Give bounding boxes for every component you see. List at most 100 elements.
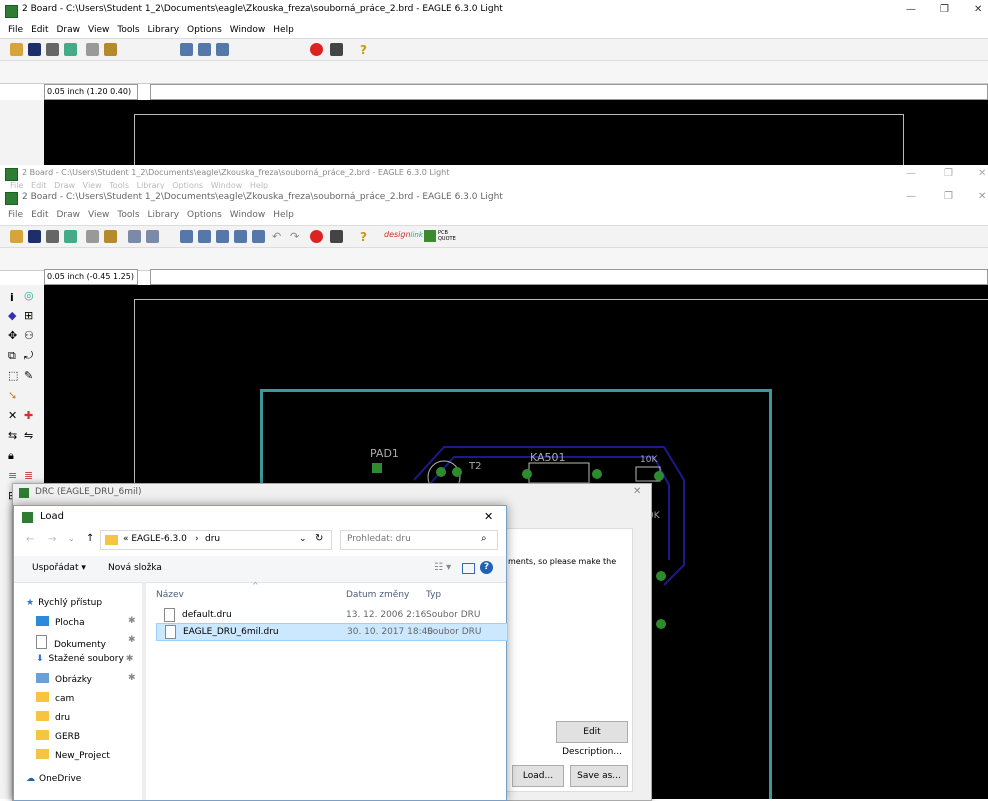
back-command-input[interactable] — [150, 84, 988, 100]
minimize-icon[interactable]: — — [906, 4, 916, 15]
pad[interactable] — [592, 469, 602, 479]
organize-button[interactable]: Uspořádat ▾ — [32, 563, 86, 573]
view-options-icon[interactable]: ☷ ▾ — [434, 562, 451, 573]
menu-tools[interactable]: Tools — [117, 22, 139, 38]
script-icon[interactable] — [86, 43, 99, 56]
pad[interactable] — [522, 469, 532, 479]
nav-item-cam[interactable]: cam — [36, 692, 74, 704]
open-icon[interactable] — [10, 230, 23, 243]
nav-item-new-project[interactable]: New_Project — [36, 749, 110, 761]
stop-icon[interactable] — [310, 43, 323, 56]
pad[interactable] — [372, 463, 382, 473]
nav-item-gerb[interactable]: GERB — [36, 730, 80, 742]
quick-access-item[interactable]: ★ Rychlý přístup — [26, 598, 102, 608]
maximize-icon[interactable]: ❐ — [944, 168, 953, 179]
nav-item-pictures[interactable]: Obrázky ✱ — [36, 673, 136, 685]
go-icon[interactable] — [330, 230, 343, 243]
pcb-quote-button[interactable]: PCB QUOTE — [424, 230, 456, 243]
search-input[interactable]: Prohledat: dru — [347, 534, 411, 544]
ulp-icon[interactable] — [104, 230, 117, 243]
close-icon[interactable]: ✕ — [484, 510, 493, 523]
lock-icon[interactable]: 🔒︎ — [8, 449, 14, 463]
zoom-area-icon[interactable] — [252, 230, 265, 243]
save-icon[interactable] — [28, 230, 41, 243]
group-icon[interactable]: ⬚ — [8, 369, 18, 382]
redo-icon[interactable]: ↷ — [290, 230, 303, 243]
back-board-canvas[interactable] — [44, 100, 988, 165]
zoom-fit-icon[interactable] — [180, 43, 193, 56]
script-icon[interactable] — [86, 230, 99, 243]
search-box[interactable]: Prohledat: dru ⌕ — [340, 530, 498, 550]
menu-file[interactable]: File — [8, 22, 23, 38]
main-command-input[interactable] — [150, 269, 988, 285]
cam-icon[interactable] — [64, 230, 77, 243]
optimize-icon[interactable]: ≣ — [24, 469, 33, 482]
window-select-icon[interactable] — [128, 230, 141, 243]
menu-view[interactable]: View — [88, 207, 109, 223]
refresh-icon[interactable]: ↻ — [315, 533, 323, 544]
column-type[interactable]: Typ — [426, 590, 441, 600]
maximize-icon[interactable]: ❐ — [940, 4, 949, 15]
name-icon[interactable]: ⇆ — [8, 429, 17, 442]
minimize-icon[interactable]: — — [906, 191, 916, 202]
design-link-button[interactable]: designlink — [384, 230, 423, 239]
close-icon[interactable]: ✕ — [974, 4, 982, 15]
help-icon[interactable]: ? — [360, 43, 373, 57]
paste-icon[interactable]: ➘ — [8, 389, 17, 402]
menu-options[interactable]: Options — [187, 22, 222, 38]
nav-item-documents[interactable]: Dokumenty ✱ — [36, 635, 136, 650]
nav-item-desktop[interactable]: Plocha ✱ — [36, 616, 136, 628]
new-folder-button[interactable]: Nová složka — [108, 563, 162, 573]
change-icon[interactable]: ✎ — [24, 369, 33, 382]
zoom-out-icon[interactable] — [216, 230, 229, 243]
menu-tools[interactable]: Tools — [117, 207, 139, 223]
address-dropdown-icon[interactable]: ⌄ — [299, 534, 307, 544]
close-icon[interactable]: ✕ — [978, 191, 986, 202]
menu-window[interactable]: Window — [230, 22, 266, 38]
mirror-icon[interactable]: ⧉ — [8, 349, 16, 363]
delete-icon[interactable]: ✕ — [8, 409, 17, 422]
menu-view[interactable]: View — [88, 22, 109, 38]
rotate-icon[interactable]: ⤾ — [24, 349, 33, 363]
value-icon[interactable]: ⇋ — [24, 429, 33, 442]
menu-help[interactable]: Help — [273, 22, 294, 38]
edit-description-button[interactable]: Edit Description... — [556, 721, 628, 757]
layer-icon[interactable] — [146, 230, 159, 243]
close-icon[interactable]: ✕ — [978, 168, 986, 179]
menu-edit[interactable]: Edit — [31, 207, 48, 223]
print-icon[interactable] — [46, 230, 59, 243]
pad[interactable] — [452, 467, 462, 477]
column-name[interactable]: Název — [156, 590, 184, 600]
column-date[interactable]: Datum změny — [346, 590, 409, 600]
display-icon[interactable]: ◆ — [8, 309, 16, 322]
preview-pane-icon[interactable] — [462, 563, 475, 574]
split-icon[interactable]: ≡ — [8, 469, 17, 482]
menu-options[interactable]: Options — [187, 207, 222, 223]
main-title-bar[interactable]: 2 Board - C:\Users\Student 1_2\Documents… — [0, 189, 988, 207]
file-row-selected[interactable]: EAGLE_DRU_6mil.dru 30. 10. 2017 18:40 So… — [156, 623, 508, 641]
file-row[interactable]: default.dru 13. 12. 2006 2:16 Soubor DRU — [156, 607, 506, 623]
menu-file[interactable]: File — [8, 207, 23, 223]
save-icon[interactable] — [28, 43, 41, 56]
menu-draw[interactable]: Draw — [57, 22, 81, 38]
history-dropdown-icon[interactable]: ⌄ — [68, 534, 75, 543]
print-icon[interactable] — [46, 43, 59, 56]
zoom-out-icon[interactable] — [216, 43, 229, 56]
open-icon[interactable] — [10, 43, 23, 56]
pad[interactable] — [654, 471, 664, 481]
info-icon[interactable]: i — [10, 291, 14, 304]
zoom-in-icon[interactable] — [198, 230, 211, 243]
menu-library[interactable]: Library — [148, 22, 179, 38]
help-icon[interactable]: ? — [480, 561, 493, 574]
add-icon[interactable]: ✚ — [24, 409, 33, 422]
nav-item-downloads[interactable]: ⬇ Stažené soubory ✱ — [36, 654, 133, 664]
pad[interactable] — [436, 467, 446, 477]
menu-library[interactable]: Library — [148, 207, 179, 223]
pad[interactable] — [656, 619, 666, 629]
help-icon[interactable]: ? — [360, 230, 373, 244]
address-bar[interactable]: « EAGLE-6.3.0 › dru ⌄ ↻ — [100, 530, 332, 550]
show-icon[interactable]: ◎ — [24, 289, 34, 302]
zoom-fit-icon[interactable] — [180, 230, 193, 243]
menu-edit[interactable]: Edit — [31, 22, 48, 38]
ulp-icon[interactable] — [104, 43, 117, 56]
